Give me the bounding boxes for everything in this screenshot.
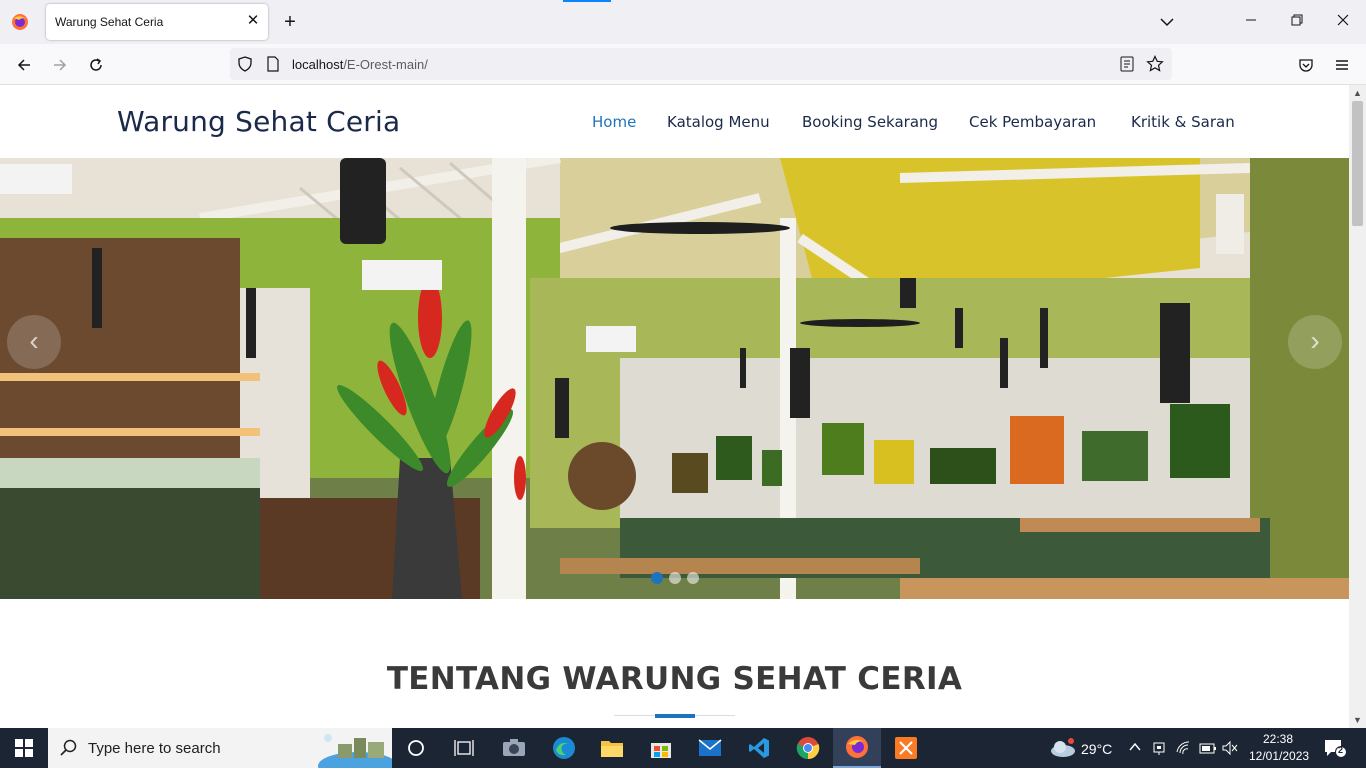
menu-kritik-saran-link[interactable]: Kritik & Saran [1131, 113, 1235, 131]
about-heading: TENTANG WARUNG SEHAT CERIA [386, 661, 963, 697]
page-scrollbar[interactable]: ▲ ▼ [1349, 85, 1366, 728]
close-window-icon[interactable] [1320, 0, 1366, 44]
carousel-next-icon[interactable]: › [1288, 315, 1342, 369]
scroll-up-icon[interactable]: ▲ [1349, 86, 1366, 100]
url-bar[interactable]: localhost/E-Orest-main/ [230, 48, 1172, 80]
scrollbar-thumb[interactable] [1352, 101, 1363, 226]
task-view-icon[interactable] [440, 728, 488, 768]
tracking-shield-icon[interactable] [237, 56, 253, 72]
network-icon[interactable] [1176, 740, 1192, 756]
tab-title: Warung Sehat Ceria [55, 15, 164, 29]
carousel-indicator-2[interactable] [669, 572, 681, 584]
tab-loading-indicator [563, 0, 611, 2]
menu-pembayaran-link[interactable]: Cek Pembayaran [969, 113, 1096, 131]
camera-app-icon[interactable] [490, 728, 538, 768]
weather-temperature[interactable]: 29°C [1081, 741, 1112, 757]
search-icon [60, 739, 78, 757]
restore-icon[interactable] [1274, 0, 1320, 44]
reload-icon[interactable] [83, 52, 109, 78]
new-tab-button[interactable]: + [278, 10, 302, 34]
restaurant-interior-image [0, 158, 1349, 599]
meet-now-icon[interactable] [1152, 740, 1166, 756]
notification-center-icon[interactable]: 2 [1324, 738, 1347, 758]
hero-carousel: ‹ › [0, 158, 1349, 599]
cortana-icon[interactable] [392, 728, 440, 768]
notification-count: 2 [1338, 745, 1344, 755]
xampp-icon[interactable] [882, 728, 930, 768]
browser-tab-strip: Warung Sehat Ceria ✕ + [0, 0, 1366, 44]
carousel-indicator-3[interactable] [687, 572, 699, 584]
carousel-prev-icon[interactable]: ‹ [7, 315, 61, 369]
windows-taskbar: Type here to search 29°C 22:38 12/01/202… [0, 728, 1366, 773]
mail-app-icon[interactable] [686, 728, 734, 768]
pocket-icon[interactable] [1293, 52, 1319, 78]
page-info-icon[interactable] [266, 56, 280, 72]
back-icon[interactable] [11, 52, 37, 78]
clock-date[interactable]: 12/01/2023 [1249, 749, 1309, 763]
minimize-icon[interactable] [1228, 0, 1274, 44]
forward-icon[interactable] [47, 52, 73, 78]
url-host: localhost [292, 57, 344, 72]
chrome-icon[interactable] [784, 728, 832, 768]
vscode-icon[interactable] [735, 728, 783, 768]
edge-browser-icon[interactable] [540, 728, 588, 768]
url-path: /E-Orest-main/ [343, 57, 428, 72]
scroll-down-icon[interactable]: ▼ [1349, 713, 1366, 727]
url-text: localhost/E-Orest-main/ [292, 57, 428, 72]
microsoft-store-icon[interactable] [637, 728, 685, 768]
search-highlight-image [318, 730, 398, 773]
list-all-tabs-icon[interactable] [1157, 12, 1177, 32]
firefox-menu-icon[interactable] [10, 12, 30, 32]
bookmark-star-icon[interactable] [1146, 55, 1164, 73]
browser-nav-bar: localhost/E-Orest-main/ [0, 44, 1366, 85]
battery-icon[interactable] [1199, 740, 1217, 756]
carousel-indicator-1[interactable] [651, 572, 663, 584]
web-page: Warung Sehat Ceria Home Katalog Menu Boo… [0, 85, 1349, 728]
site-logo-title[interactable]: Warung Sehat Ceria [117, 105, 400, 138]
app-menu-icon[interactable] [1329, 52, 1355, 78]
volume-muted-icon[interactable] [1222, 740, 1238, 756]
file-explorer-icon[interactable] [588, 728, 636, 768]
menu-booking-link[interactable]: Booking Sekarang [802, 113, 938, 131]
taskbar-search-box[interactable]: Type here to search [48, 728, 398, 773]
heading-divider-accent [655, 714, 695, 718]
firefox-taskbar-icon[interactable] [833, 728, 881, 768]
start-windows-icon[interactable] [0, 728, 48, 768]
clock-time[interactable]: 22:38 [1263, 732, 1293, 746]
active-tab[interactable]: Warung Sehat Ceria ✕ [46, 4, 268, 40]
show-hidden-icons-icon[interactable] [1128, 740, 1142, 754]
menu-katalog-link[interactable]: Katalog Menu [667, 113, 770, 131]
menu-home-link[interactable]: Home [592, 113, 636, 131]
search-placeholder: Type here to search [88, 740, 221, 757]
reader-view-icon[interactable] [1119, 56, 1135, 72]
weather-cloud-icon[interactable] [1048, 738, 1076, 758]
tab-close-icon[interactable]: ✕ [242, 10, 264, 32]
